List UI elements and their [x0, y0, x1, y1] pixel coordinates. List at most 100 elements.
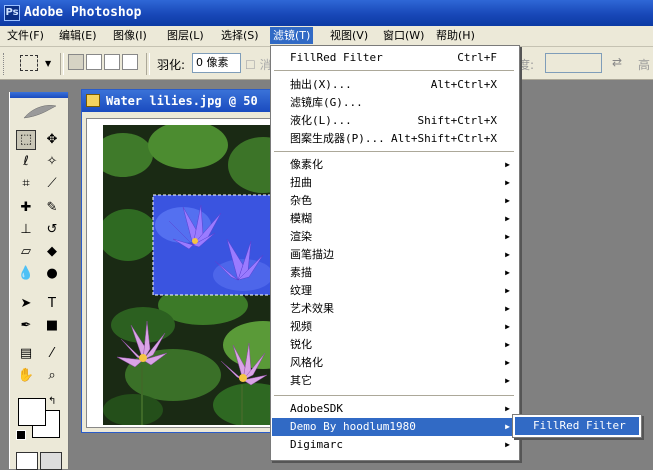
menu-item-brush-strokes[interactable]: 画笔描边 ▶	[272, 246, 517, 264]
type-tool-icon[interactable]: T	[42, 294, 62, 314]
menu-item-sketch[interactable]: 素描 ▶	[272, 264, 517, 282]
history-brush-icon[interactable]: ↺	[42, 220, 62, 240]
height-input[interactable]	[545, 53, 602, 73]
menu-item-label: 画笔描边	[290, 248, 334, 261]
menu-item-stylize[interactable]: 风格化 ▶	[272, 354, 517, 372]
submenu-item-label: FillRed Filter	[533, 419, 626, 432]
submenu-arrow-icon: ▶	[505, 196, 510, 205]
eraser-tool-icon[interactable]: ▱	[16, 242, 36, 262]
menu-item-label: FillRed Filter	[290, 51, 383, 64]
zoom-tool-icon[interactable]: ⌕	[42, 366, 62, 386]
foreground-color-swatch[interactable]	[18, 398, 46, 426]
move-tool-icon[interactable]: ✥	[42, 130, 62, 150]
pen-tool-icon[interactable]: ✒	[16, 316, 36, 336]
menu-filter[interactable]: 滤镜(T)	[270, 27, 314, 44]
submenu-arrow-icon: ▶	[505, 376, 510, 385]
menu-item-blur[interactable]: 模糊 ▶	[272, 210, 517, 228]
notes-tool-icon[interactable]: ▤	[16, 344, 36, 364]
antialias-checkbox[interactable]: ☐ 消	[245, 56, 272, 73]
dodge-tool-icon[interactable]: ●	[42, 264, 62, 284]
feather-label: 羽化:	[157, 58, 186, 72]
feather-logo-icon	[23, 105, 57, 119]
menu-item-sharpen[interactable]: 锐化 ▶	[272, 336, 517, 354]
marquee-preset-icon[interactable]	[20, 55, 38, 71]
standard-mode-icon[interactable]	[16, 452, 38, 470]
default-colors-icon[interactable]	[16, 430, 26, 440]
slice-tool-icon[interactable]: ⟋	[42, 174, 62, 194]
menu-item-label: 液化(L)...	[290, 114, 352, 127]
menu-file[interactable]: 文件(F)	[4, 27, 47, 44]
menu-item-last-filter[interactable]: FillRed Filter Ctrl+F	[272, 49, 517, 67]
add-selection-icon[interactable]	[86, 54, 102, 70]
menu-item-pixelate[interactable]: 像素化 ▶	[272, 156, 517, 174]
stamp-tool-icon[interactable]: ⊥	[16, 220, 36, 240]
crop-tool-icon[interactable]: ⌗	[16, 174, 36, 194]
options-grip[interactable]	[3, 53, 7, 75]
brush-tool-icon[interactable]: ✎	[42, 198, 62, 218]
toolbox-title[interactable]	[10, 92, 68, 98]
marquee-tool-icon[interactable]: ⬚	[16, 130, 36, 150]
menu-item-shortcut: Alt+Ctrl+X	[430, 78, 497, 91]
swap-icon[interactable]: ⇄	[612, 55, 622, 69]
menu-image[interactable]: 图像(I)	[110, 27, 150, 44]
shape-tool-icon[interactable]: ■	[42, 316, 62, 336]
menu-item-label: 视频	[290, 320, 312, 333]
menu-item-label: 抽出(X)...	[290, 78, 352, 91]
menu-bar: 文件(F) 编辑(E) 图像(I) 图层(L) 选择(S) 滤镜(T) 视图(V…	[0, 26, 653, 47]
menu-item-label: Digimarc	[290, 438, 343, 451]
water-lilies-image[interactable]	[103, 125, 293, 425]
divider	[60, 53, 64, 75]
hand-tool-icon[interactable]: ✋	[16, 366, 36, 386]
new-selection-icon[interactable]	[68, 54, 84, 70]
menu-item-other[interactable]: 其它 ▶	[272, 372, 517, 390]
menu-item-shortcut: Alt+Shift+Ctrl+X	[391, 132, 497, 145]
menu-select[interactable]: 选择(S)	[218, 27, 262, 44]
menu-item-digimarc[interactable]: Digimarc ▶	[272, 436, 517, 454]
menu-item-render[interactable]: 渲染 ▶	[272, 228, 517, 246]
menu-item-adobesdk[interactable]: AdobeSDK ▶	[272, 400, 517, 418]
submenu-arrow-icon: ▶	[505, 440, 510, 449]
submenu-item-fillred[interactable]: FillRed Filter	[515, 417, 639, 435]
menu-item-texture[interactable]: 纹理 ▶	[272, 282, 517, 300]
chevron-down-icon[interactable]: ▼	[45, 59, 51, 68]
lasso-tool-icon[interactable]: ℓ	[16, 152, 36, 172]
menu-item-noise[interactable]: 杂色 ▶	[272, 192, 517, 210]
menu-item-label: Demo By hoodlum1980	[290, 420, 416, 433]
menu-layer[interactable]: 图层(L)	[164, 27, 207, 44]
swap-colors-icon[interactable]: ↰	[48, 396, 56, 407]
menu-item-extract[interactable]: 抽出(X)... Alt+Ctrl+X	[272, 76, 517, 94]
filter-menu: FillRed Filter Ctrl+F 抽出(X)... Alt+Ctrl+…	[270, 45, 520, 461]
paint-bucket-icon[interactable]: ◆	[42, 242, 62, 262]
menu-item-label: 纹理	[290, 284, 312, 297]
quickmask-mode-icon[interactable]	[40, 452, 62, 470]
eyedropper-tool-icon[interactable]: ⁄	[42, 344, 62, 364]
menu-item-label: 风格化	[290, 356, 323, 369]
menu-item-label: 扭曲	[290, 176, 312, 189]
submenu-arrow-icon: ▶	[505, 404, 510, 413]
intersect-selection-icon[interactable]	[122, 54, 138, 70]
app-title: Adobe Photoshop	[24, 5, 142, 20]
menu-view[interactable]: 视图(V)	[327, 27, 371, 44]
menu-item-label: 图案生成器(P)...	[290, 132, 385, 145]
menu-item-demo-hoodlum[interactable]: Demo By hoodlum1980 ▶	[272, 418, 517, 436]
menu-item-label: 素描	[290, 266, 312, 279]
photoshop-app-icon: Ps	[4, 5, 20, 21]
menu-item-distort[interactable]: 扭曲 ▶	[272, 174, 517, 192]
submenu-arrow-icon: ▶	[505, 422, 510, 431]
submenu-arrow-icon: ▶	[505, 286, 510, 295]
menu-item-liquify[interactable]: 液化(L)... Shift+Ctrl+X	[272, 112, 517, 130]
menu-item-label: AdobeSDK	[290, 402, 343, 415]
menu-item-artistic[interactable]: 艺术效果 ▶	[272, 300, 517, 318]
menu-item-filter-gallery[interactable]: 滤镜库(G)...	[272, 94, 517, 112]
menu-item-video[interactable]: 视频 ▶	[272, 318, 517, 336]
path-select-icon[interactable]: ➤	[16, 294, 36, 314]
subtract-selection-icon[interactable]	[104, 54, 120, 70]
menu-window[interactable]: 窗口(W)	[380, 27, 427, 44]
menu-help[interactable]: 帮助(H)	[433, 27, 478, 44]
feather-input[interactable]: 0 像素	[192, 53, 241, 73]
healing-brush-icon[interactable]: ✚	[16, 198, 36, 218]
blur-tool-icon[interactable]: 💧	[16, 264, 36, 284]
magic-wand-icon[interactable]: ✧	[42, 152, 62, 172]
menu-edit[interactable]: 编辑(E)	[56, 27, 100, 44]
menu-item-pattern-maker[interactable]: 图案生成器(P)... Alt+Shift+Ctrl+X	[272, 130, 517, 148]
